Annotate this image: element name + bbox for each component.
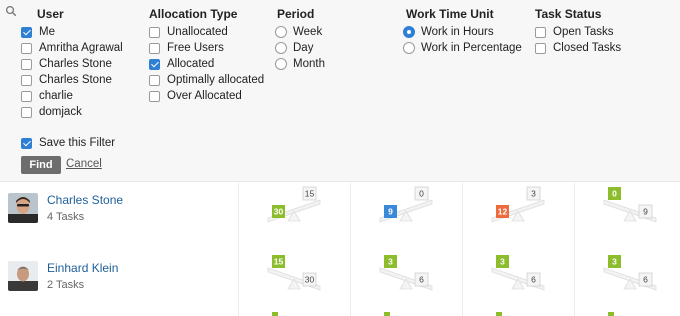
person-name[interactable]: Einhard Klein bbox=[47, 261, 118, 275]
period-radio-month[interactable] bbox=[275, 58, 287, 70]
allocated-value: 15 bbox=[274, 257, 284, 267]
allocation-balance[interactable]: 36 bbox=[350, 251, 462, 311]
period-filter-group: Period Week Day Month bbox=[275, 6, 325, 72]
task-status-filter-title: Task Status bbox=[535, 7, 602, 21]
allocation-option-allocated[interactable]: Allocated bbox=[149, 56, 264, 72]
task-status-option-open[interactable]: Open Tasks bbox=[535, 24, 621, 40]
find-button[interactable]: Find bbox=[21, 156, 61, 174]
search-icon[interactable] bbox=[5, 5, 17, 17]
user-option-me[interactable]: Me bbox=[21, 24, 123, 40]
work-unit-filter-title: Work Time Unit bbox=[406, 7, 494, 21]
allocated-value: 3 bbox=[388, 257, 393, 267]
period-option-day[interactable]: Day bbox=[275, 40, 325, 56]
allocation-checkbox-allocated[interactable] bbox=[149, 58, 160, 70]
person-name[interactable]: Charles Stone bbox=[47, 193, 123, 207]
allocation-option-free-users[interactable]: Free Users bbox=[149, 40, 264, 56]
allocated-value: 9 bbox=[388, 207, 393, 217]
user-checkbox-charlie[interactable] bbox=[21, 90, 32, 102]
user-option-charles-1[interactable]: Charles Stone bbox=[21, 56, 123, 72]
work-unit-filter-group: Work Time Unit Work in Hours Work in Per… bbox=[403, 6, 522, 56]
allocated-value: 0 bbox=[612, 189, 617, 199]
capacity-value: 6 bbox=[531, 275, 536, 285]
task-status-option-closed[interactable]: Closed Tasks bbox=[535, 40, 621, 56]
user-checkbox-charles-1[interactable] bbox=[21, 58, 32, 70]
period-radio-day[interactable] bbox=[275, 42, 287, 54]
capacity-value: 30 bbox=[305, 275, 315, 285]
user-option-amritha[interactable]: Amritha Agrawal bbox=[21, 40, 123, 56]
work-unit-radio-hours[interactable] bbox=[403, 26, 415, 38]
allocation-balance[interactable]: 36 bbox=[462, 251, 574, 311]
next-row-hint bbox=[0, 312, 680, 316]
allocation-checkbox-unallocated[interactable] bbox=[149, 26, 160, 38]
user-checkbox-domjack[interactable] bbox=[21, 106, 32, 118]
task-count: 2 Tasks bbox=[47, 279, 85, 291]
filter-panel: User Me Amritha Agrawal Charles Stone Ch… bbox=[0, 0, 680, 182]
avatar[interactable] bbox=[8, 261, 38, 291]
task-status-checkbox-closed[interactable] bbox=[535, 42, 546, 54]
save-filter-checkbox[interactable] bbox=[21, 137, 32, 149]
capacity-value: 0 bbox=[419, 189, 424, 199]
task-status-filter-group: Task Status Open Tasks Closed Tasks bbox=[535, 6, 621, 56]
avatar[interactable] bbox=[8, 193, 38, 223]
user-option-charlie[interactable]: charlie bbox=[21, 88, 123, 104]
user-checkbox-amritha[interactable] bbox=[21, 42, 32, 54]
user-checkbox-me[interactable] bbox=[21, 26, 32, 38]
allocation-balance[interactable]: 12 3 bbox=[462, 183, 574, 243]
user-option-charles-2[interactable]: Charles Stone bbox=[21, 72, 123, 88]
allocation-option-over[interactable]: Over Allocated bbox=[149, 88, 264, 104]
allocated-value: 12 bbox=[498, 207, 508, 217]
user-filter-title: User bbox=[37, 7, 64, 21]
capacity-value: 3 bbox=[531, 189, 536, 199]
user-filter-group: User Me Amritha Agrawal Charles Stone Ch… bbox=[21, 6, 123, 120]
capacity-value: 6 bbox=[643, 275, 648, 285]
allocation-filter-title: Allocation Type bbox=[149, 7, 238, 21]
user-checkbox-charles-2[interactable] bbox=[21, 74, 32, 86]
capacity-value: 15 bbox=[305, 189, 315, 199]
allocation-option-unallocated[interactable]: Unallocated bbox=[149, 24, 264, 40]
allocation-balance[interactable]: 30 15 bbox=[238, 183, 350, 243]
capacity-value: 6 bbox=[419, 275, 424, 285]
allocation-filter-group: Allocation Type Unallocated Free Users A… bbox=[149, 6, 264, 104]
allocation-checkbox-optimally[interactable] bbox=[149, 74, 160, 86]
work-unit-option-hours[interactable]: Work in Hours bbox=[403, 24, 522, 40]
work-unit-radio-percentage[interactable] bbox=[403, 42, 415, 54]
allocated-value: 3 bbox=[612, 257, 617, 267]
allocation-checkbox-over[interactable] bbox=[149, 90, 160, 102]
period-radio-week[interactable] bbox=[275, 26, 287, 38]
allocated-value: 3 bbox=[500, 257, 505, 267]
capacity-value: 9 bbox=[643, 207, 648, 217]
user-option-domjack[interactable]: domjack bbox=[21, 104, 123, 120]
period-option-month[interactable]: Month bbox=[275, 56, 325, 72]
allocation-option-optimally[interactable]: Optimally allocated bbox=[149, 72, 264, 88]
work-unit-option-percentage[interactable]: Work in Percentage bbox=[403, 40, 522, 56]
task-status-checkbox-open[interactable] bbox=[535, 26, 546, 38]
period-option-week[interactable]: Week bbox=[275, 24, 325, 40]
save-filter-option[interactable]: Save this Filter bbox=[21, 137, 115, 149]
allocation-balance[interactable]: 90 bbox=[350, 183, 462, 243]
cancel-link[interactable]: Cancel bbox=[66, 158, 102, 170]
period-filter-title: Period bbox=[277, 7, 315, 21]
allocation-balance[interactable]: 15 30 bbox=[238, 251, 350, 311]
allocation-balance[interactable]: 09 bbox=[574, 183, 680, 243]
save-filter-label: Save this Filter bbox=[39, 137, 116, 149]
allocation-balance[interactable]: 36 bbox=[574, 251, 680, 311]
task-count: 4 Tasks bbox=[47, 211, 85, 223]
allocation-checkbox-free-users[interactable] bbox=[149, 42, 160, 54]
allocated-value: 30 bbox=[274, 207, 284, 217]
